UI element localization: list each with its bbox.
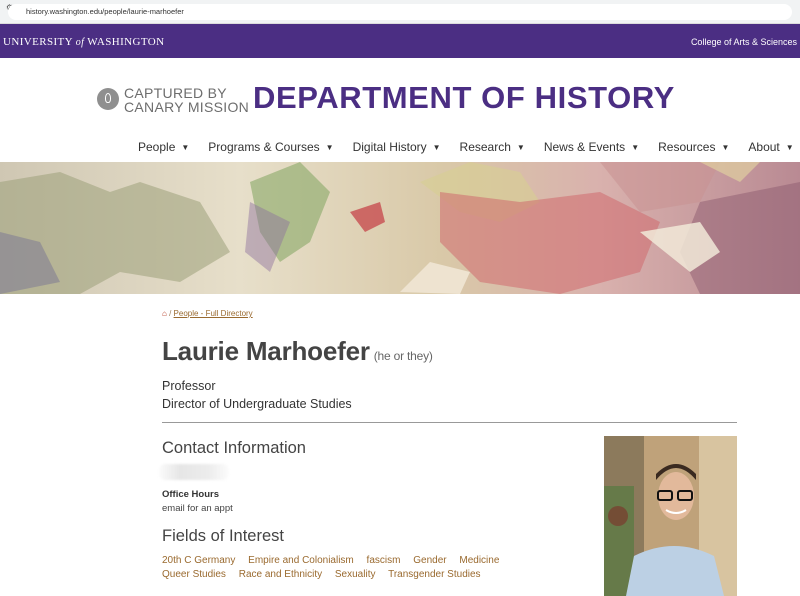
field-link[interactable]: Empire and Colonialism — [248, 555, 354, 566]
caret-down-icon: ▼ — [516, 143, 525, 152]
contact-heading: Contact Information — [162, 439, 306, 457]
map-banner-art — [0, 162, 800, 294]
profile-photo — [604, 436, 737, 596]
college-link[interactable]: College of Arts & Sciences — [691, 37, 797, 47]
nav-item-news-events[interactable]: News & Events ▼ — [544, 140, 639, 154]
breadcrumb-separator: / — [169, 309, 172, 318]
nav-label: Digital History — [352, 140, 427, 154]
redacted-contact — [159, 464, 229, 480]
nav-item-people[interactable]: People ▼ — [138, 140, 189, 154]
nav-label: Resources — [658, 140, 716, 154]
nav-item-programs-courses[interactable]: Programs & Courses ▼ — [208, 140, 333, 154]
caret-down-icon: ▼ — [181, 143, 190, 152]
profile-name-heading: Laurie Marhoefer (he or they) — [162, 336, 433, 367]
office-hours-value: email for an appt — [162, 503, 233, 514]
nav-item-research[interactable]: Research ▼ — [460, 140, 525, 154]
caret-down-icon: ▼ — [325, 143, 334, 152]
profile-titles: Professor Director of Undergraduate Stud… — [162, 377, 352, 413]
home-icon[interactable]: ⌂ — [162, 309, 167, 318]
canary-bird-icon — [97, 88, 119, 110]
uw-wordmark-washington: WASHINGTON — [87, 36, 165, 48]
fields-list: 20th C Germany Empire and Colonialism fa… — [162, 554, 582, 582]
profile-title-2: Director of Undergraduate Studies — [162, 397, 352, 411]
field-link[interactable]: Medicine — [459, 555, 499, 566]
url-field[interactable]: history.washington.edu/people/laurie-mar… — [8, 4, 792, 20]
nav-item-resources[interactable]: Resources ▼ — [658, 140, 729, 154]
nav-label: News & Events — [543, 140, 626, 154]
field-link[interactable]: Sexuality — [335, 569, 376, 580]
canary-line-2: CANARY MISSION — [124, 99, 250, 115]
field-link[interactable]: Race and Ethnicity — [239, 569, 322, 580]
profile-photo-art — [604, 436, 737, 596]
fields-heading: Fields of Interest — [162, 527, 284, 545]
field-link[interactable]: 20th C Germany — [162, 555, 235, 566]
profile-pronouns: (he or they) — [373, 349, 433, 363]
field-link[interactable]: Gender — [413, 555, 446, 566]
field-link[interactable]: fascism — [367, 555, 401, 566]
breadcrumb: ⌂ / People - Full Directory — [162, 309, 253, 318]
field-link[interactable]: Queer Studies — [162, 569, 226, 580]
map-banner-image — [0, 162, 800, 294]
profile-name: Laurie Marhoefer — [162, 336, 370, 366]
nav-item-digital-history[interactable]: Digital History ▼ — [353, 140, 441, 154]
caret-down-icon: ▼ — [432, 143, 441, 152]
uw-top-bar: UNIVERSITY of WASHINGTON College of Arts… — [0, 24, 800, 58]
main-nav: People ▼ Programs & Courses ▼ Digital Hist… — [138, 140, 800, 154]
caret-down-icon: ▼ — [721, 143, 730, 152]
nav-label: Research — [459, 140, 511, 154]
nav-label: About — [748, 140, 780, 154]
nav-label: Programs & Courses — [208, 140, 320, 154]
uw-wordmark-of: of — [75, 37, 85, 48]
nav-item-about[interactable]: About ▼ — [748, 140, 793, 154]
caret-down-icon: ▼ — [631, 143, 640, 152]
profile-title-1: Professor — [162, 379, 216, 393]
divider — [162, 422, 737, 423]
uw-wordmark-university: UNIVERSITY — [3, 36, 73, 48]
browser-address-bar: ⚙ history.washington.edu/people/laurie-m… — [0, 0, 800, 24]
office-hours-label: Office Hours — [162, 489, 220, 500]
caret-down-icon: ▼ — [785, 143, 794, 152]
nav-label: People — [138, 140, 176, 154]
uw-wordmark-link[interactable]: UNIVERSITY of WASHINGTON — [3, 36, 164, 48]
department-title[interactable]: DEPARTMENT OF HISTORY — [253, 80, 675, 116]
field-link[interactable]: Transgender Studies — [388, 569, 480, 580]
breadcrumb-people-link[interactable]: People - Full Directory — [174, 309, 253, 318]
